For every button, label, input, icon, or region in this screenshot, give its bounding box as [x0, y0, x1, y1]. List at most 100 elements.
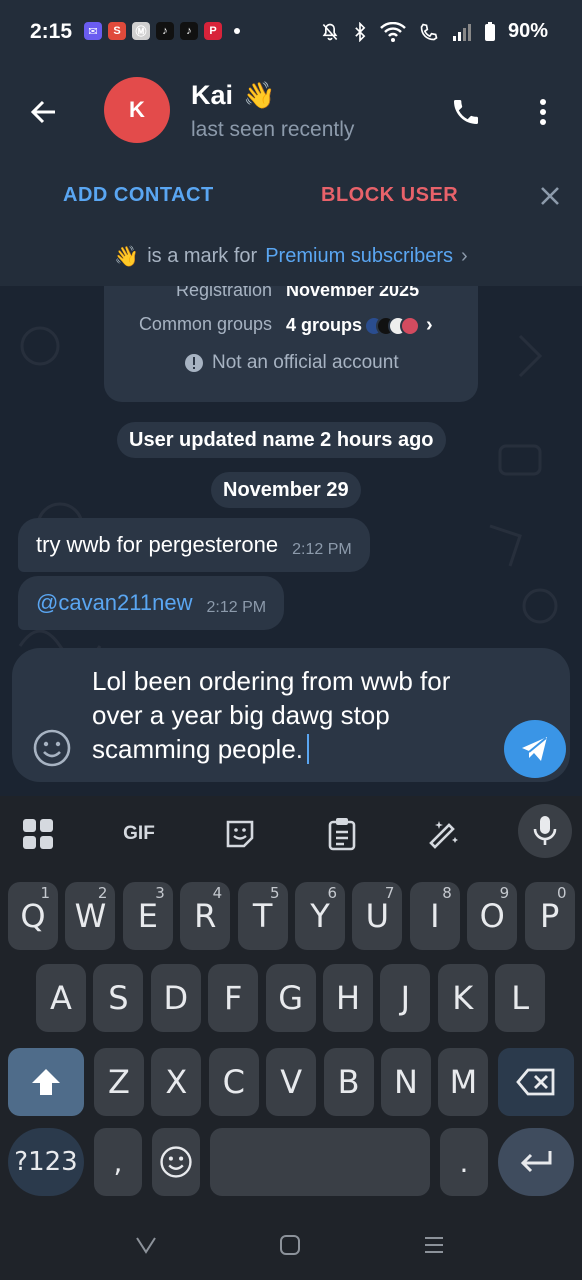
- shift-key[interactable]: [8, 1048, 84, 1116]
- backspace-icon: [516, 1068, 555, 1096]
- key-hint: 5: [270, 884, 280, 902]
- message-text: try wwb for pergesterone: [36, 532, 279, 557]
- voice-input-button[interactable]: [518, 804, 572, 858]
- contact-name-text: Kai: [191, 80, 234, 110]
- send-button[interactable]: [504, 720, 566, 778]
- gif-button[interactable]: GIF: [116, 814, 162, 854]
- mention-link[interactable]: @cavan211new: [36, 590, 192, 616]
- key-label: M: [449, 1063, 478, 1101]
- key-label: U: [365, 897, 390, 935]
- key-label: D: [163, 979, 189, 1017]
- apps-grid-button[interactable]: [18, 814, 58, 854]
- home-button-icon[interactable]: [279, 1234, 301, 1256]
- key-i[interactable]: I8: [409, 882, 460, 950]
- contact-name[interactable]: Kai 👋: [191, 80, 275, 111]
- period-key[interactable]: .: [440, 1128, 488, 1196]
- close-action-bar-button[interactable]: [536, 182, 564, 210]
- key-q[interactable]: Q1: [8, 882, 58, 950]
- key-j[interactable]: J: [380, 964, 431, 1032]
- emoji-icon: [33, 729, 71, 767]
- key-label: K: [452, 979, 474, 1017]
- key-hint: 0: [557, 884, 567, 902]
- key-label: W: [74, 897, 107, 935]
- key-w[interactable]: W2: [65, 882, 116, 950]
- key-s[interactable]: S: [93, 964, 144, 1032]
- key-label: E: [137, 897, 158, 935]
- incoming-message[interactable]: try wwb for pergesterone 2:12 PM: [18, 518, 370, 572]
- key-f[interactable]: F: [208, 964, 259, 1032]
- group-avatars: [364, 315, 421, 336]
- ai-write-button[interactable]: [424, 814, 464, 854]
- status-bar: 2:15 ✉ S Ⓜ ♪ ♪ P 90%: [0, 0, 582, 64]
- pinterest-icon: P: [204, 22, 222, 40]
- wifi-icon: [380, 21, 406, 42]
- key-label: X: [165, 1063, 188, 1101]
- key-k[interactable]: K: [437, 964, 488, 1032]
- key-label: I: [430, 897, 440, 935]
- backspace-key[interactable]: [498, 1048, 574, 1116]
- key-label: G: [278, 979, 303, 1017]
- key-r[interactable]: R4: [180, 882, 231, 950]
- wave-emoji-icon: 👋: [243, 80, 276, 110]
- name-update-notice: User updated name 2 hours ago: [117, 422, 446, 458]
- message-input[interactable]: Lol been ordering from wwb for over a ye…: [92, 664, 492, 766]
- recents-button-icon[interactable]: [422, 1234, 446, 1256]
- call-button[interactable]: [446, 92, 486, 132]
- block-user-button[interactable]: BLOCK USER: [321, 184, 458, 207]
- key-hint: 4: [212, 884, 223, 902]
- avatar[interactable]: K: [104, 77, 170, 143]
- space-key[interactable]: [210, 1128, 430, 1196]
- key-hint: 1: [40, 884, 50, 902]
- keyboard-hide-icon[interactable]: [134, 1234, 158, 1256]
- key-o[interactable]: O9: [467, 882, 518, 950]
- key-p[interactable]: P0: [524, 882, 575, 950]
- grid-icon: [23, 819, 53, 849]
- key-label: O: [479, 897, 505, 935]
- key-t[interactable]: T5: [237, 882, 288, 950]
- bluetooth-icon: [355, 21, 366, 42]
- notification-icons: ✉ S Ⓜ ♪ ♪ P: [84, 22, 240, 40]
- key-c[interactable]: C: [208, 1048, 259, 1116]
- key-label: B: [337, 1063, 360, 1101]
- enter-key[interactable]: [498, 1128, 574, 1196]
- key-label: Z: [108, 1063, 130, 1101]
- sticker-button[interactable]: [220, 814, 260, 854]
- emoji-key[interactable]: [152, 1128, 200, 1196]
- premium-subscribers-link[interactable]: Premium subscribers: [265, 245, 453, 268]
- kebab-menu-icon: [540, 99, 546, 125]
- key-d[interactable]: D: [150, 964, 201, 1032]
- emoji-button[interactable]: [32, 728, 72, 768]
- key-label: J: [400, 979, 411, 1017]
- contact-action-bar: ADD CONTACT BLOCK USER: [0, 168, 582, 226]
- common-groups-value[interactable]: 4 groups ›: [286, 314, 433, 337]
- key-x[interactable]: X: [151, 1048, 202, 1116]
- key-label: Y: [310, 897, 330, 935]
- key-e[interactable]: E3: [122, 882, 173, 950]
- message-time: 2:12 PM: [206, 599, 267, 616]
- symbols-key[interactable]: ?123: [8, 1128, 84, 1196]
- key-z[interactable]: Z: [94, 1048, 144, 1116]
- clipboard-button[interactable]: [322, 814, 362, 854]
- common-groups-count: 4 groups: [286, 315, 363, 335]
- shift-icon: [32, 1069, 60, 1095]
- key-l[interactable]: L: [495, 964, 546, 1032]
- key-a[interactable]: A: [36, 964, 86, 1032]
- key-h[interactable]: H: [323, 964, 373, 1032]
- comma-key[interactable]: ,: [94, 1128, 142, 1196]
- premium-banner-text: is a mark for: [147, 244, 258, 267]
- key-y[interactable]: Y6: [295, 882, 345, 950]
- back-button[interactable]: [22, 90, 66, 134]
- add-contact-button[interactable]: ADD CONTACT: [63, 184, 214, 207]
- key-g[interactable]: G: [265, 964, 316, 1032]
- more-menu-button[interactable]: [528, 92, 558, 132]
- key-b[interactable]: B: [323, 1048, 374, 1116]
- key-v[interactable]: V: [266, 1048, 317, 1116]
- key-label: H: [335, 979, 361, 1017]
- incoming-message[interactable]: @cavan211new 2:12 PM: [18, 576, 285, 630]
- key-u[interactable]: U7: [352, 882, 403, 950]
- key-m[interactable]: M: [438, 1048, 489, 1116]
- premium-banner[interactable]: 👋 is a mark for Premium subscribers ›: [0, 226, 582, 286]
- key-n[interactable]: N: [381, 1048, 431, 1116]
- info-icon: [185, 354, 203, 372]
- message-composer[interactable]: Lol been ordering from wwb for over a ye…: [12, 648, 570, 782]
